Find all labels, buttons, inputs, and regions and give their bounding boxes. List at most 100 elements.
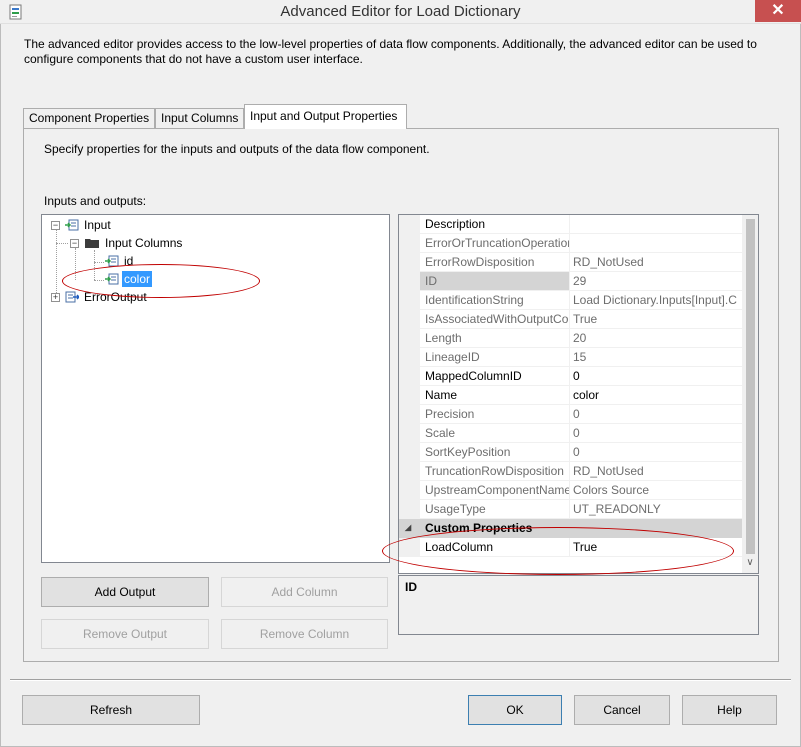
property-row[interactable]: Description (399, 215, 742, 234)
property-row-gutter (399, 443, 420, 462)
close-button[interactable]: ✕ (755, 0, 801, 22)
property-value: 0 (570, 424, 742, 443)
tree-node-column-id[interactable]: id (122, 253, 135, 269)
remove-output-button[interactable]: Remove Output (41, 619, 209, 649)
property-row-gutter (399, 253, 420, 272)
property-help-box: ID (398, 575, 759, 635)
property-name[interactable]: ID (420, 272, 570, 291)
property-row[interactable]: LoadColumn True (399, 538, 742, 557)
property-row-gutter (399, 462, 420, 481)
property-row[interactable]: TruncationRowDisposition RD_NotUsed (399, 462, 742, 481)
property-name[interactable]: ErrorOrTruncationOperation (420, 234, 570, 253)
property-row[interactable]: Name color (399, 386, 742, 405)
remove-column-button[interactable]: Remove Column (221, 619, 388, 649)
property-value: 29 (570, 272, 742, 291)
add-column-button[interactable]: Add Column (221, 577, 388, 607)
property-row[interactable]: ID 29 (399, 272, 742, 291)
column-icon (105, 255, 119, 267)
property-name[interactable]: ErrorRowDisposition (420, 253, 570, 272)
property-value (570, 234, 742, 253)
collapse-input-expander[interactable]: − (51, 221, 60, 230)
help-button[interactable]: Help (682, 695, 777, 725)
property-name[interactable]: IdentificationString (420, 291, 570, 310)
property-name[interactable]: LoadColumn (420, 538, 570, 557)
property-row[interactable]: UpstreamComponentName Colors Source (399, 481, 742, 500)
property-value[interactable] (570, 215, 742, 234)
property-row[interactable]: SortKeyPosition 0 (399, 443, 742, 462)
property-row[interactable]: Precision 0 (399, 405, 742, 424)
property-row-gutter (399, 481, 420, 500)
property-name[interactable]: SortKeyPosition (420, 443, 570, 462)
custom-properties-category[interactable]: ◢ Custom Properties (399, 519, 742, 538)
refresh-button[interactable]: Refresh (22, 695, 200, 725)
property-row[interactable]: ErrorOrTruncationOperation (399, 234, 742, 253)
property-name[interactable]: Precision (420, 405, 570, 424)
cancel-button[interactable]: Cancel (574, 695, 670, 725)
expand-error-output-expander[interactable]: + (51, 293, 60, 302)
tree-node-input-columns[interactable]: Input Columns (103, 235, 184, 251)
panel-description: Specify properties for the inputs and ou… (44, 142, 430, 156)
add-output-button[interactable]: Add Output (41, 577, 209, 607)
property-row[interactable]: Length 20 (399, 329, 742, 348)
help-title: ID (405, 580, 417, 594)
inputs-outputs-tree[interactable]: − Input − Input Columns id color + Error… (41, 214, 390, 563)
tab-input-output-properties[interactable]: Input and Output Properties (244, 104, 407, 129)
property-grid-scrollbar[interactable]: ∨ (742, 215, 758, 573)
custom-properties-label: Custom Properties (425, 521, 533, 535)
property-row[interactable]: IsAssociatedWithOutputColumnTrue (399, 310, 742, 329)
property-value: UT_READONLY (570, 500, 742, 519)
property-name[interactable]: Name (420, 386, 570, 405)
column-icon (105, 273, 119, 285)
property-name[interactable]: Scale (420, 424, 570, 443)
property-row[interactable]: Scale 0 (399, 424, 742, 443)
property-name[interactable]: UsageType (420, 500, 570, 519)
property-row[interactable]: LineageID 15 (399, 348, 742, 367)
property-row-gutter (399, 500, 420, 519)
property-row-gutter (399, 538, 420, 557)
tab-component-properties[interactable]: Component Properties (23, 108, 155, 128)
property-value: RD_NotUsed (570, 462, 742, 481)
property-row-gutter (399, 272, 420, 291)
tree-node-input[interactable]: Input (82, 217, 113, 233)
property-name[interactable]: IsAssociatedWithOutputColumn (420, 310, 570, 329)
property-row[interactable]: ErrorRowDisposition RD_NotUsed (399, 253, 742, 272)
property-row-gutter (399, 234, 420, 253)
footer-separator (10, 679, 791, 681)
property-value: True (570, 310, 742, 329)
property-row[interactable]: IdentificationString Load Dictionary.Inpu… (399, 291, 742, 310)
property-value: 15 (570, 348, 742, 367)
property-grid[interactable]: Description ErrorOrTruncationOperation Err… (398, 214, 759, 574)
property-name[interactable]: MappedColumnID (420, 367, 570, 386)
collapse-input-columns-expander[interactable]: − (70, 239, 79, 248)
property-row-gutter (399, 329, 420, 348)
property-name[interactable]: TruncationRowDisposition (420, 462, 570, 481)
tree-node-error-output[interactable]: ErrorOutput (82, 289, 149, 305)
inputs-outputs-label: Inputs and outputs: (44, 194, 147, 208)
property-value[interactable]: 0 (570, 367, 742, 386)
property-value: 20 (570, 329, 742, 348)
tree-node-column-color[interactable]: color (122, 271, 153, 287)
tab-input-columns[interactable]: Input Columns (155, 108, 244, 128)
property-row-gutter (399, 348, 420, 367)
property-value: Load Dictionary.Inputs[Input].C (570, 291, 742, 310)
property-value[interactable]: color (570, 386, 742, 405)
scrollbar-thumb[interactable] (746, 219, 755, 554)
property-name[interactable]: Description (420, 215, 570, 234)
ok-button[interactable]: OK (468, 695, 562, 725)
property-name[interactable]: UpstreamComponentName (420, 481, 570, 500)
window-title: Advanced Editor for Load Dictionary (280, 3, 521, 20)
property-name[interactable]: Length (420, 329, 570, 348)
input-icon (65, 219, 79, 231)
property-row-gutter (399, 291, 420, 310)
property-row[interactable]: MappedColumnID 0 (399, 367, 742, 386)
scroll-down-icon[interactable]: ∨ (742, 555, 758, 571)
property-value[interactable]: True (570, 538, 742, 557)
property-name[interactable]: LineageID (420, 348, 570, 367)
property-row[interactable]: UsageType UT_READONLY (399, 500, 742, 519)
property-value: 0 (570, 443, 742, 462)
collapse-category-icon[interactable]: ◢ (405, 519, 411, 537)
property-value: 0 (570, 405, 742, 424)
intro-text: The advanced editor provides access to t… (24, 37, 757, 66)
folder-icon (85, 239, 99, 248)
property-row-gutter (399, 405, 420, 424)
